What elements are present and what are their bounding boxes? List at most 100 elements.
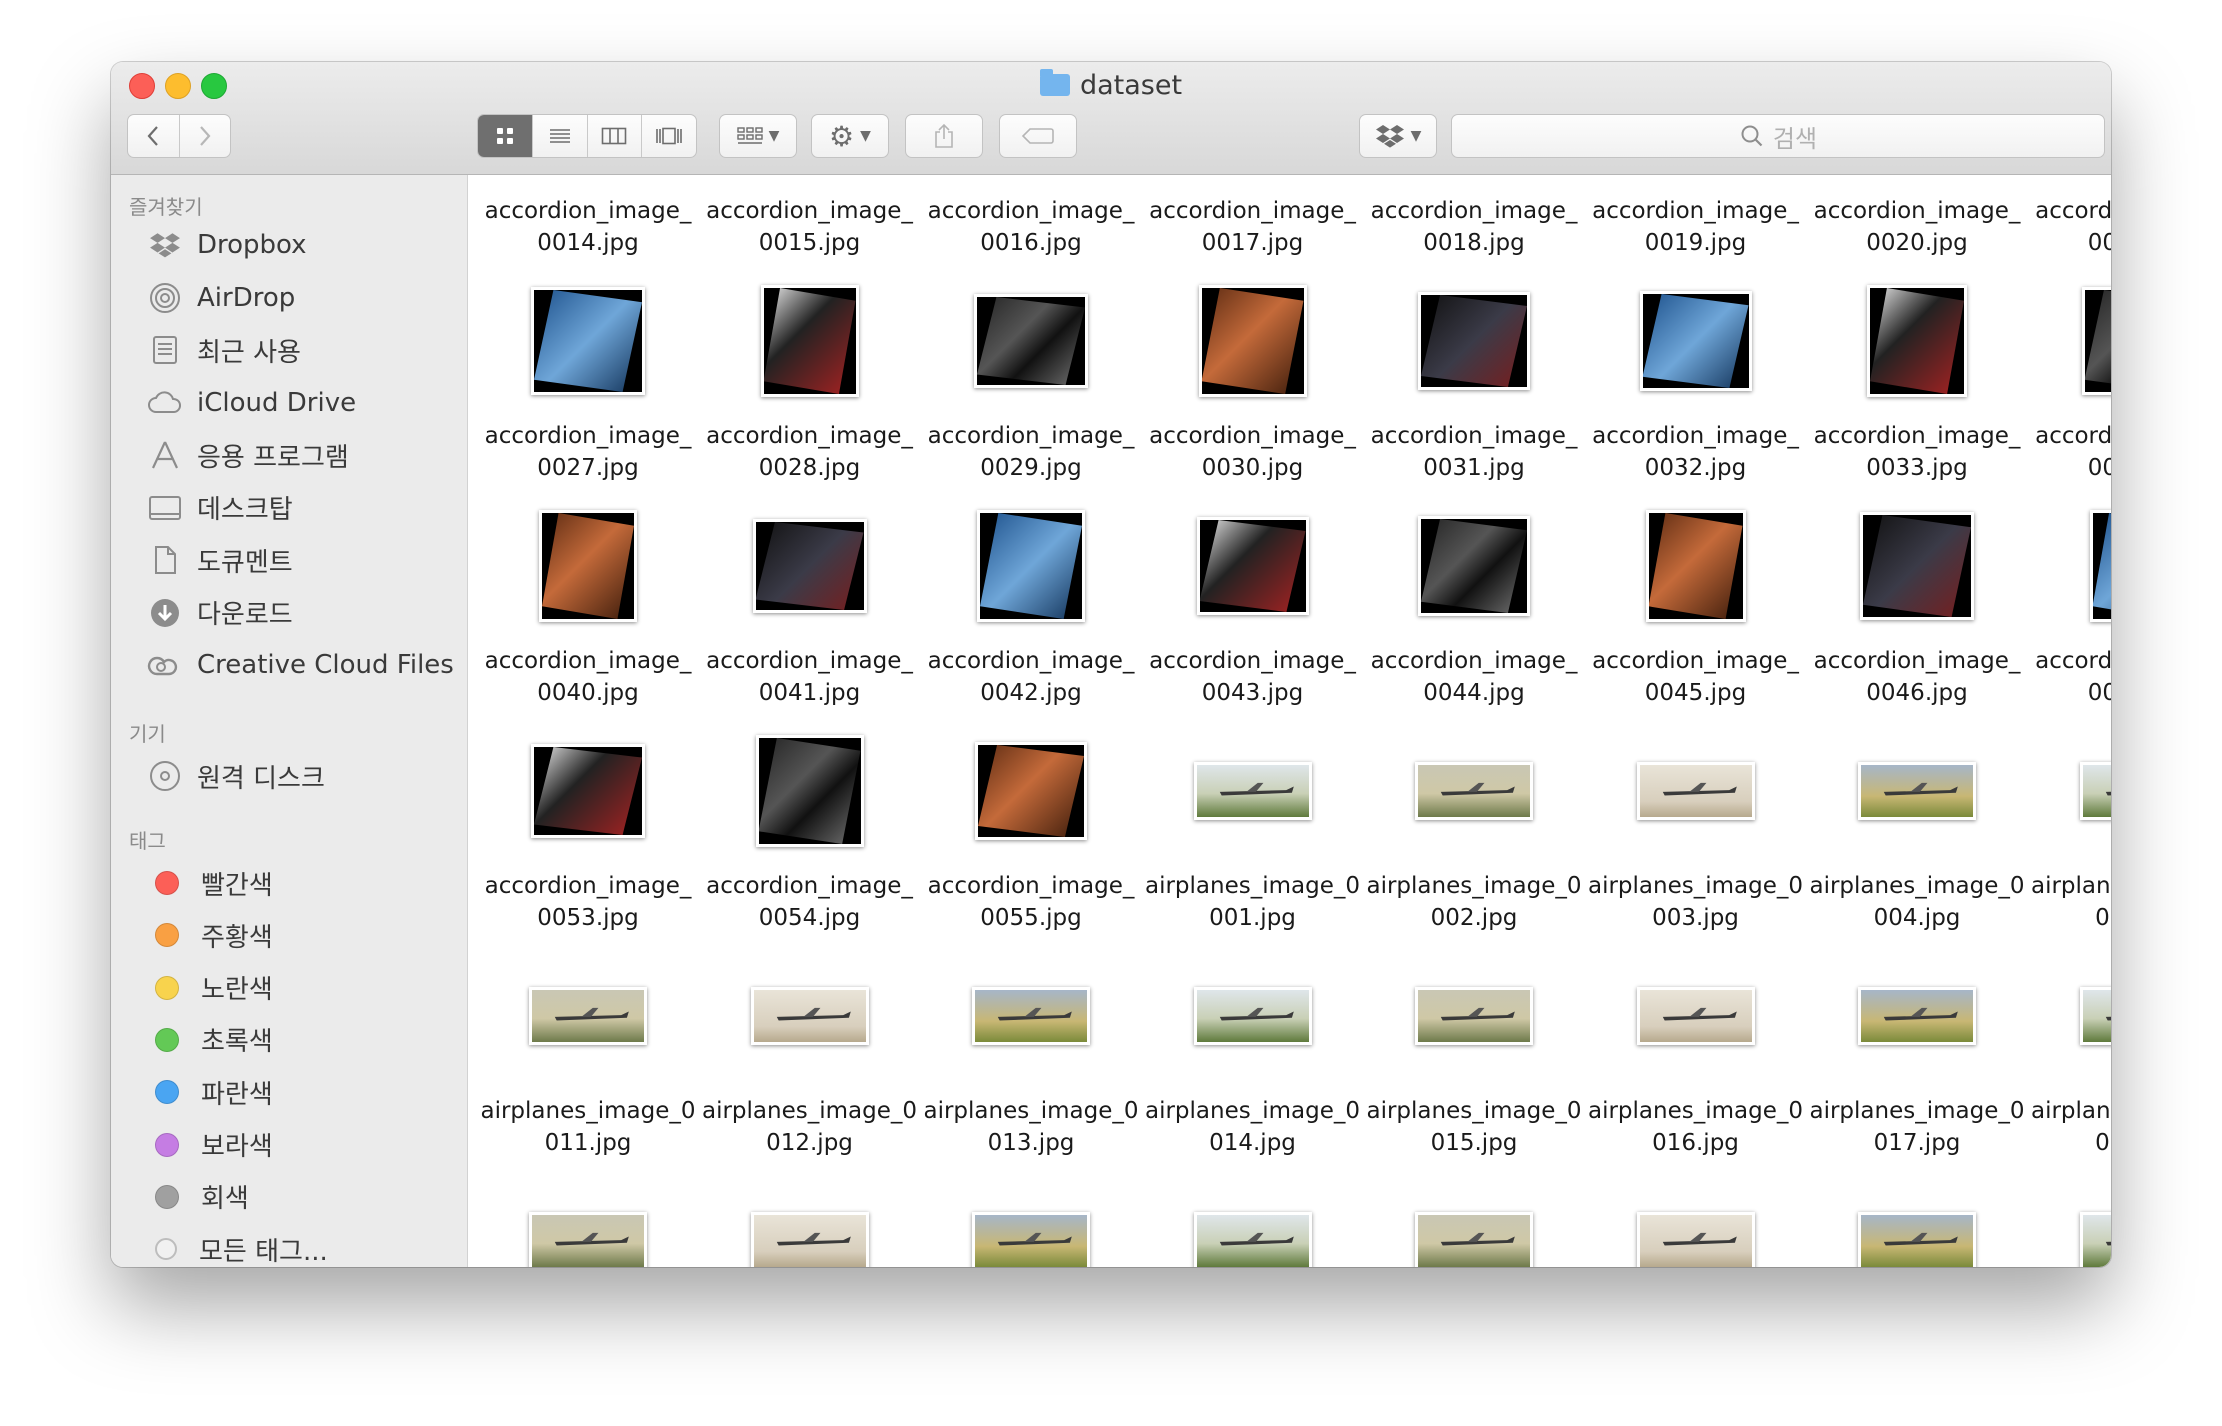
file-item[interactable]: airplanes_image_0001.jpg [1143, 870, 1363, 934]
file-name: airplanes_image_0012.jpg [701, 1098, 917, 1156]
file-item[interactable]: accordion_image_0020.jpg [1807, 195, 2027, 259]
file-name: airplanes_image_0004.jpg [1809, 873, 2025, 931]
file-item[interactable]: accordion_image_0028.jpg [700, 420, 920, 484]
gallery-icon [656, 127, 682, 145]
airplane-thumbnail [529, 1212, 647, 1267]
file-item[interactable]: airplanes_image_0015.jpg [1364, 1095, 1584, 1159]
tag-color-dot-icon [155, 923, 179, 948]
cloud-icon [147, 385, 183, 421]
tag-color-dot-icon [155, 1238, 177, 1261]
file-item[interactable]: accordion_image_0054.jpg [700, 870, 920, 934]
sidebar-item-downloads[interactable]: 다운로드 [147, 593, 293, 633]
forward-button[interactable] [178, 115, 231, 157]
file-item[interactable]: accordion_image_0041.jpg [700, 645, 920, 709]
sidebar-tag-item[interactable]: 모든 태그... [147, 1229, 328, 1267]
dropbox-toolbar-button[interactable]: ▼ [1359, 114, 1437, 158]
sidebar-item-creative-cloud[interactable]: Creative Cloud Files [147, 645, 454, 685]
file-item[interactable]: accordion_image_0016.jpg [921, 195, 1141, 259]
view-mode-buttons [477, 114, 697, 158]
sidebar-tag-item[interactable]: 회색 [147, 1177, 249, 1217]
file-item[interactable]: accordion_image_0053.jpg [478, 870, 698, 934]
file-name: accordion_image_0053.jpg [484, 873, 692, 931]
file-item[interactable]: accordion_image_0045.jpg [1586, 645, 1806, 709]
sidebar-tag-item[interactable]: 노란색 [147, 968, 273, 1008]
file-name: airplanes_image_0005.jpg [2030, 873, 2111, 931]
file-item[interactable]: accordion_image_0031.jpg [1364, 420, 1584, 484]
file-name: accordion_image_0029.jpg [927, 423, 1135, 481]
sidebar-item-dropbox[interactable]: Dropbox [147, 225, 307, 265]
file-name: accordion_image_0046.jpg [1813, 648, 2021, 706]
file-item[interactable]: accordion_image_0018.jpg [1364, 195, 1584, 259]
file-name: accordion_image_0054.jpg [706, 873, 913, 931]
file-item[interactable]: airplanes_image_0017.jpg [1807, 1095, 2027, 1159]
accordion-thumbnail [539, 510, 637, 622]
file-item[interactable]: accordion_image_0046.jpg [1807, 645, 2027, 709]
sidebar-item-cloud[interactable]: iCloud Drive [147, 383, 356, 423]
sidebar-tag-item[interactable]: 초록색 [147, 1020, 273, 1060]
edit-tags-button[interactable] [999, 114, 1077, 158]
arrange-button[interactable]: ▼ [719, 114, 797, 158]
file-name: airplanes_image_0002.jpg [1366, 873, 1582, 931]
file-item[interactable]: accordion_image_0044.jpg [1364, 645, 1584, 709]
file-item[interactable]: accordion_image_0021.jpg [2029, 195, 2111, 259]
sidebar-item-label: 모든 태그... [199, 1236, 328, 1267]
file-item[interactable]: accordion_image_0032.jpg [1586, 420, 1806, 484]
file-item[interactable]: accordion_image_0014.jpg [478, 195, 698, 259]
file-item[interactable]: airplanes_image_0013.jpg [921, 1095, 1141, 1159]
file-item[interactable]: accordion_image_0055.jpg [921, 870, 1141, 934]
tag-color-dot-icon [155, 871, 179, 895]
sidebar-tag-item[interactable]: 보라색 [147, 1125, 273, 1165]
file-item[interactable]: accordion_image_0015.jpg [700, 195, 920, 259]
file-item[interactable]: airplanes_image_0004.jpg [1807, 870, 2027, 934]
list-view-button[interactable] [531, 115, 587, 157]
file-item[interactable]: airplanes_image_0016.jpg [1586, 1095, 1806, 1159]
sidebar-item-applications[interactable]: 응용 프로그램 [147, 435, 349, 475]
window-title-text: dataset [1079, 70, 1183, 101]
file-item[interactable]: accordion_image_0043.jpg [1143, 645, 1363, 709]
action-button[interactable]: ⚙ ▼ [811, 114, 889, 158]
share-button[interactable] [905, 114, 983, 158]
file-item[interactable]: airplanes_image_0005.jpg [2029, 870, 2111, 934]
file-item[interactable]: accordion_image_0047.jpg [2029, 645, 2111, 709]
sidebar-tag-item[interactable]: 파란색 [147, 1072, 273, 1112]
sidebar-item-desktop[interactable]: 데스크탑 [147, 488, 293, 528]
file-name: accordion_image_0017.jpg [1149, 198, 1356, 256]
file-item[interactable]: accordion_image_0019.jpg [1586, 195, 1806, 259]
sidebar-tag-item[interactable]: 빨간색 [147, 863, 273, 903]
file-item[interactable]: accordion_image_0029.jpg [921, 420, 1141, 484]
file-item[interactable]: airplanes_image_0014.jpg [1143, 1095, 1363, 1159]
airdrop-icon [147, 280, 183, 316]
back-button[interactable] [128, 115, 179, 157]
search-field[interactable]: 검색 [1451, 114, 2105, 158]
sidebar-item-remote-disc[interactable]: 원격 디스크 [147, 756, 325, 796]
file-name: accordion_image_0020.jpg [1813, 198, 2021, 256]
file-item[interactable]: accordion_image_0042.jpg [921, 645, 1141, 709]
file-item[interactable]: airplanes_image_0011.jpg [478, 1095, 698, 1159]
tag-color-dot-icon [155, 1184, 179, 1209]
sidebar-item-label: 데스크탑 [197, 495, 293, 525]
file-item[interactable]: airplanes_image_0018.jpg [2029, 1095, 2111, 1159]
sidebar-item-label: AirDrop [197, 282, 296, 313]
recents-icon [147, 332, 183, 368]
airplane-thumbnail [529, 987, 647, 1045]
gallery-view-button[interactable] [641, 115, 696, 157]
toolbar: dataset ▼ ⚙ ▼ ▼ 검색 [111, 62, 2111, 175]
column-view-button[interactable] [586, 115, 642, 157]
file-item[interactable]: airplanes_image_0002.jpg [1364, 870, 1584, 934]
file-item[interactable]: accordion_image_0017.jpg [1143, 195, 1363, 259]
sidebar-item-documents[interactable]: 도큐멘트 [147, 540, 293, 580]
file-item[interactable]: accordion_image_0034.jpg [2029, 420, 2111, 484]
file-item[interactable]: airplanes_image_0012.jpg [700, 1095, 920, 1159]
file-item[interactable]: accordion_image_0033.jpg [1807, 420, 2027, 484]
sidebar-tag-item[interactable]: 주황색 [147, 915, 273, 955]
file-item[interactable]: accordion_image_0040.jpg [478, 645, 698, 709]
file-item[interactable]: accordion_image_0027.jpg [478, 420, 698, 484]
file-name: airplanes_image_0013.jpg [923, 1098, 1139, 1156]
sidebar-item-recents[interactable]: 최근 사용 [147, 330, 301, 370]
icon-view-button[interactable] [478, 115, 532, 157]
file-item[interactable]: accordion_image_0030.jpg [1143, 420, 1363, 484]
airplane-thumbnail [1636, 987, 1755, 1045]
airplane-thumbnail [1193, 1212, 1312, 1267]
sidebar-item-airdrop[interactable]: AirDrop [147, 278, 295, 318]
file-item[interactable]: airplanes_image_0003.jpg [1586, 870, 1806, 934]
